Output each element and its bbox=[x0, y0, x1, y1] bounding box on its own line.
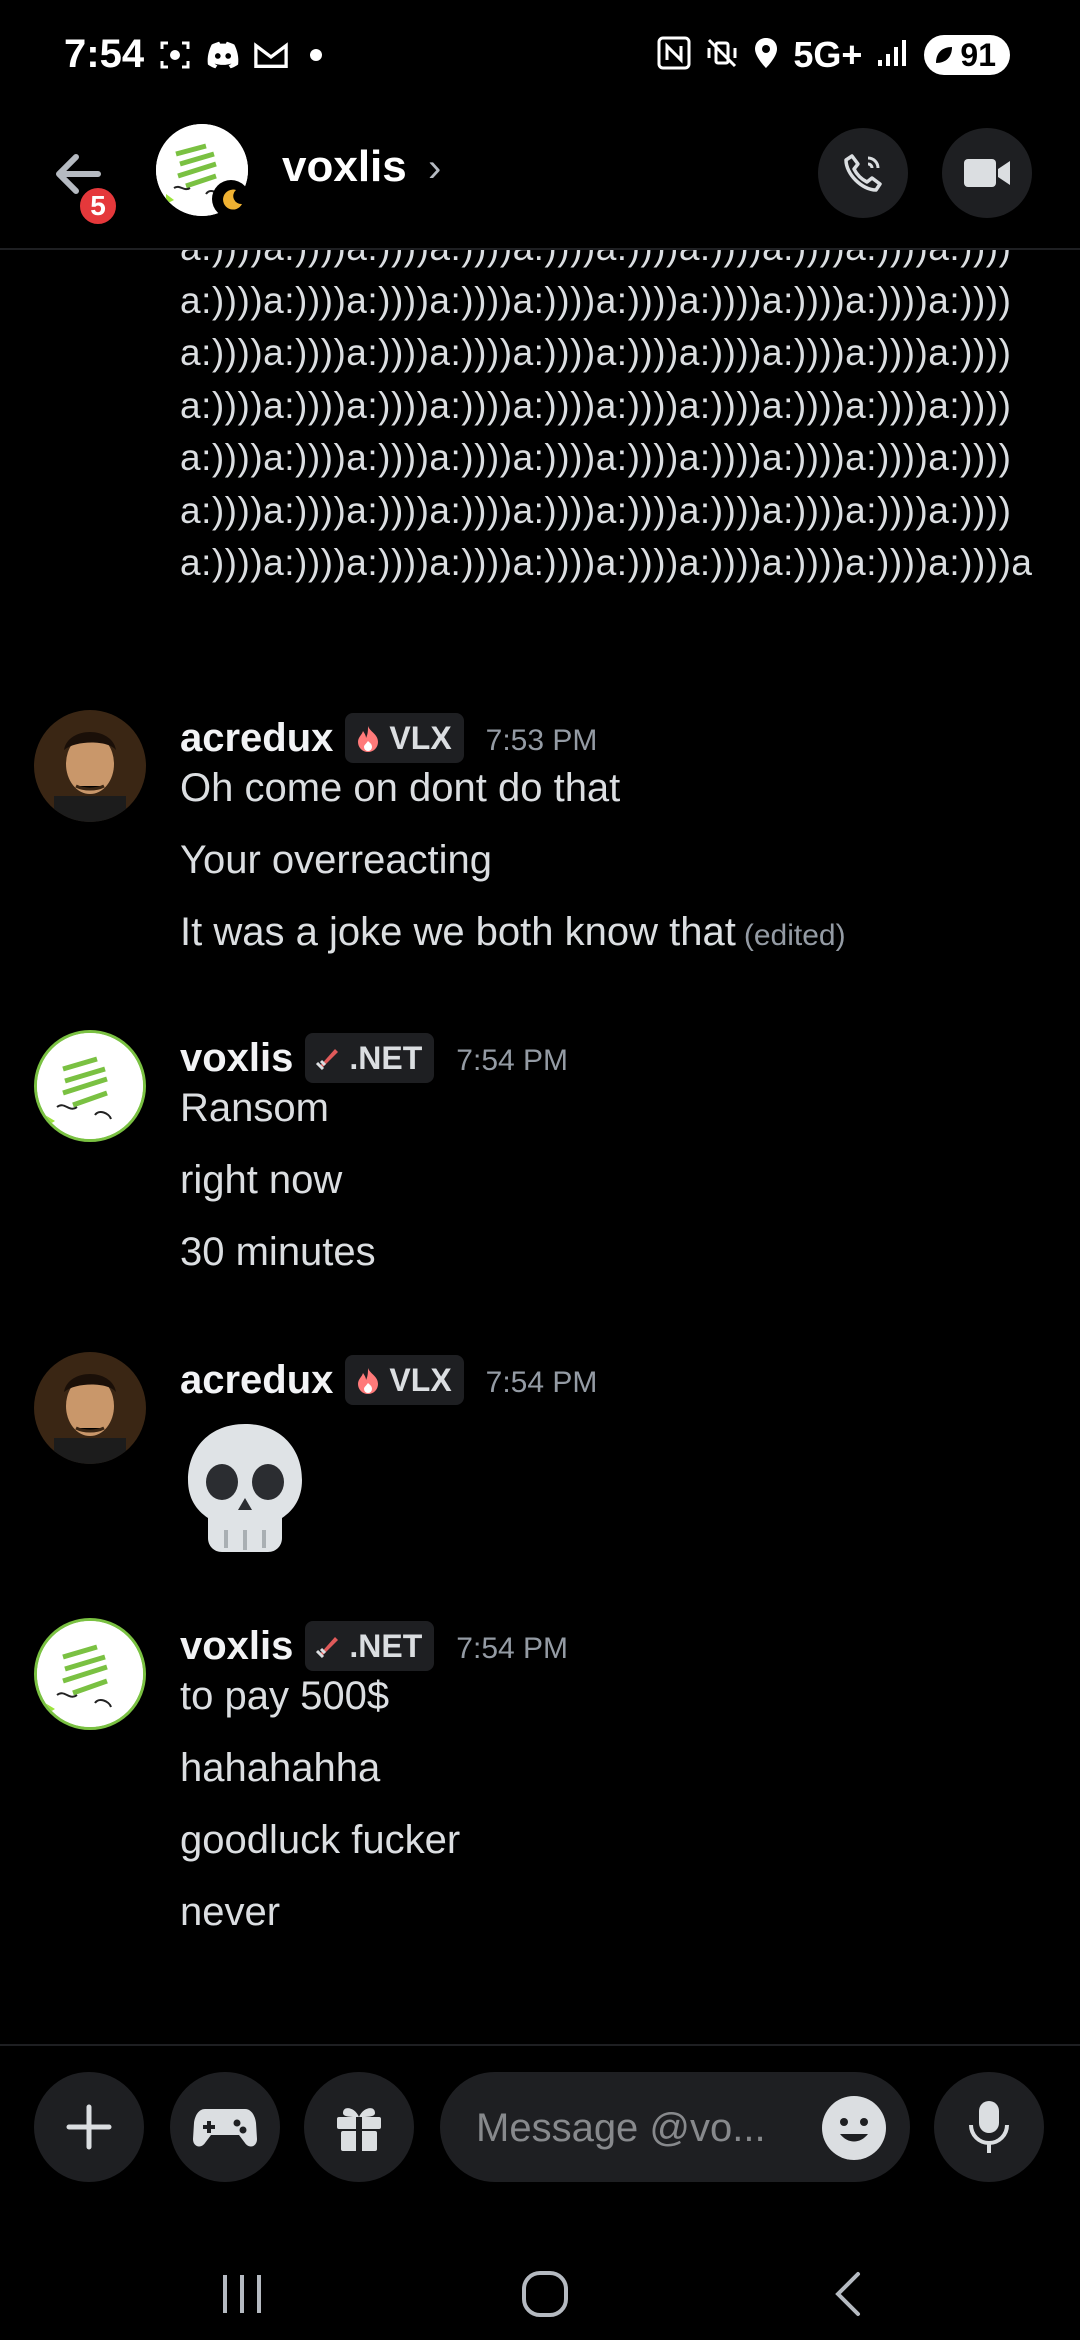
server-tag[interactable]: .NET bbox=[305, 1033, 435, 1083]
system-navigation-bar bbox=[0, 2254, 1080, 2340]
more-notifications-dot bbox=[310, 49, 322, 61]
avatar[interactable] bbox=[34, 710, 146, 822]
username[interactable]: voxlis bbox=[180, 1036, 293, 1081]
battery-saver-icon bbox=[936, 47, 953, 63]
phone-icon bbox=[844, 154, 882, 192]
voice-call-button[interactable] bbox=[818, 128, 908, 218]
message-composer: Message @vo... bbox=[0, 2044, 1080, 2256]
video-call-button[interactable] bbox=[942, 128, 1032, 218]
message-list[interactable]: a:))))a:))))a:))))a:))))a:))))a:))))a:))… bbox=[0, 250, 1080, 2040]
message-header: voxlis .NET 7:54 PM bbox=[180, 1030, 568, 1086]
server-tag[interactable]: VLX bbox=[345, 713, 464, 763]
gift-button[interactable] bbox=[304, 2072, 414, 2182]
message-text: goodluck fucker bbox=[180, 1818, 461, 1862]
home-icon bbox=[522, 2271, 568, 2317]
skull-emoji[interactable] bbox=[180, 1418, 310, 1563]
status-bar: 7:54 5G+ 91 bbox=[0, 0, 1080, 120]
server-tag-label: .NET bbox=[349, 1627, 423, 1664]
status-time: 7:54 bbox=[64, 32, 145, 76]
avatar[interactable] bbox=[34, 1618, 146, 1730]
signal-icon bbox=[876, 38, 910, 73]
add-attachment-button[interactable] bbox=[34, 2072, 144, 2182]
chevron-right-icon[interactable]: › bbox=[428, 146, 441, 191]
page-title[interactable]: voxlis bbox=[282, 142, 407, 192]
server-tag-label: VLX bbox=[389, 719, 452, 756]
flame-icon bbox=[358, 726, 379, 752]
plus-icon bbox=[66, 2104, 112, 2150]
username[interactable]: acredux bbox=[180, 1358, 333, 1403]
server-tag-label: VLX bbox=[389, 1361, 452, 1398]
flame-icon bbox=[358, 1368, 379, 1394]
message-line: It was a joke we both know that (edited) bbox=[180, 910, 846, 955]
sword-icon bbox=[316, 1049, 339, 1071]
timestamp: 7:54 PM bbox=[456, 1044, 569, 1077]
message-text: Ransom bbox=[180, 1086, 329, 1130]
system-icons: 5G+ 91 bbox=[657, 34, 1010, 76]
avatar[interactable] bbox=[34, 1352, 146, 1464]
edited-label: (edited) bbox=[743, 919, 846, 952]
battery-indicator: 91 bbox=[924, 35, 1010, 75]
message-text: a:))))a:))))a:))))a:))))a:))))a:))))a:))… bbox=[180, 250, 1033, 583]
message-header: acredux VLX 7:53 PM bbox=[180, 710, 597, 766]
nfc-icon bbox=[657, 36, 691, 75]
message-input[interactable]: Message @vo... bbox=[440, 2072, 910, 2182]
voice-message-button[interactable] bbox=[934, 2072, 1044, 2182]
discord-icon bbox=[206, 38, 240, 72]
gamepad-icon bbox=[193, 2109, 257, 2147]
message-text: Oh come on dont do that bbox=[180, 766, 621, 810]
message-header: voxlis .NET 7:54 PM bbox=[180, 1618, 568, 1674]
message-text: Your overreacting bbox=[180, 838, 493, 882]
avatar[interactable] bbox=[34, 1030, 146, 1142]
battery-level: 91 bbox=[960, 36, 996, 73]
server-tag-label: .NET bbox=[349, 1039, 423, 1076]
timestamp: 7:53 PM bbox=[485, 724, 598, 757]
timestamp: 7:54 PM bbox=[456, 1632, 569, 1665]
message-text: to pay 500$ bbox=[180, 1674, 390, 1718]
apps-button[interactable] bbox=[170, 2072, 280, 2182]
recents-icon bbox=[223, 2275, 261, 2313]
screenshot-icon bbox=[158, 38, 192, 72]
message-text: 30 minutes bbox=[180, 1230, 376, 1274]
location-icon bbox=[753, 36, 779, 75]
chevron-left-icon bbox=[835, 2272, 860, 2316]
recent-apps-button[interactable] bbox=[202, 2264, 282, 2324]
system-back-button[interactable] bbox=[808, 2264, 888, 2324]
unread-badge: 5 bbox=[76, 184, 120, 228]
gift-icon bbox=[337, 2108, 381, 2151]
timestamp: 7:54 PM bbox=[485, 1366, 598, 1399]
notification-icons bbox=[158, 38, 322, 72]
message-input-placeholder: Message @vo... bbox=[476, 2106, 766, 2150]
sword-icon bbox=[316, 1637, 339, 1659]
server-tag[interactable]: .NET bbox=[305, 1621, 435, 1671]
server-tag[interactable]: VLX bbox=[345, 1355, 464, 1405]
idle-status-icon bbox=[212, 180, 250, 218]
video-camera-icon bbox=[964, 159, 1010, 187]
home-button[interactable] bbox=[505, 2264, 585, 2324]
message-text: hahahahha bbox=[180, 1746, 381, 1790]
message-header: acredux VLX 7:54 PM bbox=[180, 1352, 597, 1408]
vibrate-mute-icon bbox=[705, 36, 739, 75]
smiley-icon bbox=[824, 2098, 884, 2158]
microphone-icon bbox=[969, 2101, 1009, 2153]
network-type: 5G+ bbox=[793, 34, 863, 75]
emoji-button[interactable] bbox=[822, 2096, 886, 2160]
message-text: It was a joke we both know that bbox=[180, 910, 736, 954]
message-text: right now bbox=[180, 1158, 343, 1202]
message-text: never bbox=[180, 1890, 281, 1934]
dm-header: 5 voxlis › bbox=[0, 120, 1080, 250]
username[interactable]: voxlis bbox=[180, 1624, 293, 1669]
gmail-icon bbox=[254, 38, 288, 72]
username[interactable]: acredux bbox=[180, 716, 333, 761]
